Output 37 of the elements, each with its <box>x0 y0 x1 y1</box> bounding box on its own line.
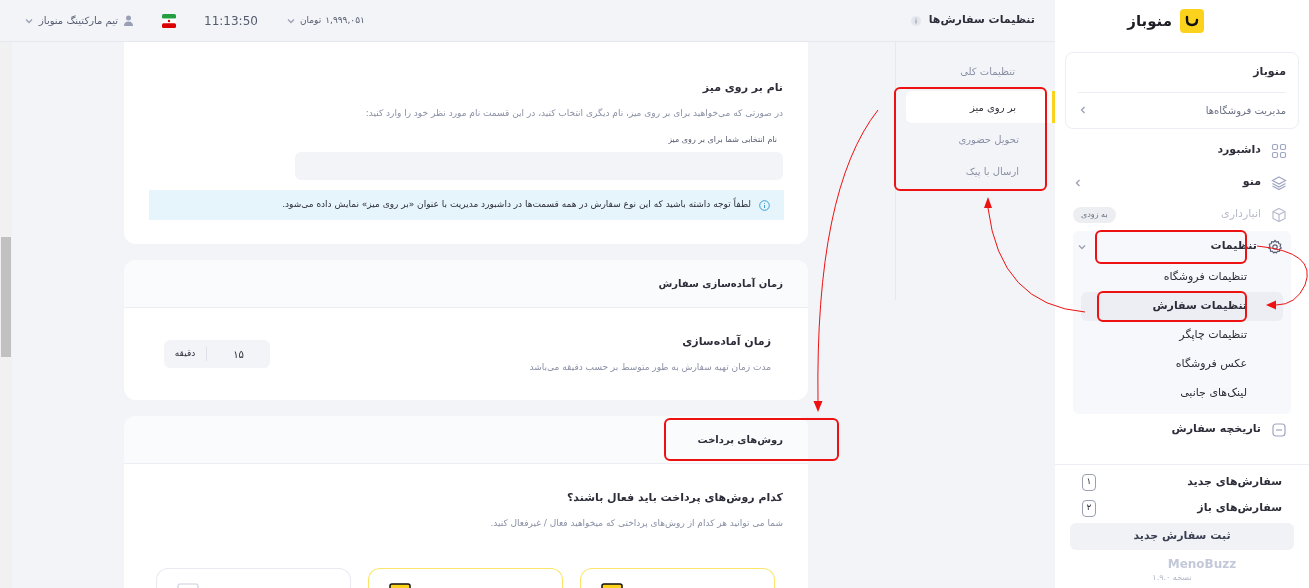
settings-nav-item[interactable]: بر روی میز <box>906 91 1055 123</box>
submenu-item[interactable]: تنظیمات فروشگاه <box>1081 262 1283 292</box>
submenu-item[interactable]: تنظیمات چاپگر <box>1081 320 1283 350</box>
user-menu[interactable]: تیم مارکتینگ منوباز <box>24 13 134 28</box>
manage-stores-link[interactable]: مدیریت فروشگاه‌ها <box>1078 92 1286 128</box>
submenu-item[interactable]: لینک‌های جانبی <box>1081 378 1283 408</box>
sidebar-item[interactable]: منو <box>1073 166 1291 199</box>
submenu-item[interactable]: عکس فروشگاه <box>1081 349 1283 379</box>
sidebar-item[interactable]: تاریخچه سفارش <box>1073 413 1291 446</box>
sidebar-item: انبارداری به زودی <box>1073 198 1291 231</box>
notice-text: لطفاً توجه داشته باشید که این نوع سفارش در همه قسمت‌ها در داشبورد مدیریت با عنوان «بر روی میز» نمایش داده می‌شود. <box>282 198 751 212</box>
card-header-title: روش‌های پرداخت <box>697 432 783 447</box>
card-description: در صورتی که می‌خواهید برای بر روی میز، نام دیگری انتخاب کنید، در این قسمت نام مورد نظر خود را وارد کنید: <box>364 106 783 120</box>
card-title: نام بر روی میز <box>701 80 783 96</box>
count-badge: ۱ <box>1082 473 1096 491</box>
section-description: شما می توانید هر کدام از روش‌های پرداختی که میخواهید فعال / غیرفعال کنید. <box>489 516 784 530</box>
page-title: تنظیمات سفارش‌ها <box>928 12 1035 29</box>
settings-nav-heading: تنظیمات کلی <box>959 65 1016 79</box>
coming-soon-badge: به زودی <box>1073 206 1116 223</box>
section-question: کدام روش‌های پرداخت باید فعال باشند؟ <box>566 490 784 506</box>
sidebar-item[interactable]: داشبورد <box>1073 134 1291 167</box>
minutes-input-field[interactable]: ۱۵ دقیقه <box>164 340 270 368</box>
balance-menu[interactable]: تومان ۱,۹۹۹,۰۵۱ <box>285 13 365 28</box>
count-badge: ۲ <box>1082 499 1096 517</box>
new-order-button[interactable]: ثبت سفارش جدید <box>1070 523 1294 550</box>
setting-title: زمان آماده‌سازی <box>681 334 771 350</box>
store-name: منوباز <box>1078 53 1286 93</box>
counter-label: سفارش‌های باز <box>1197 499 1282 516</box>
card-header-title: زمان آماده‌سازی سفارش <box>658 276 783 291</box>
brand-name: منوباز <box>1127 10 1172 32</box>
product-logo-text: MenoBuzz <box>1166 556 1238 572</box>
clock-time: 11:13:50 <box>204 12 258 30</box>
setting-description: مدت زمان تهیه سفارش به طور متوسط بر حسب دقیقه می‌باشد <box>529 360 771 374</box>
version-label: نسخه ۱.۹.۰ <box>1151 572 1193 584</box>
submenu-item[interactable]: تنظیمات سفارش <box>1081 291 1283 321</box>
field-label: نام انتخابی شما برای بر روی میز <box>667 134 778 146</box>
counter-label: سفارش‌های جدید <box>1187 473 1282 490</box>
